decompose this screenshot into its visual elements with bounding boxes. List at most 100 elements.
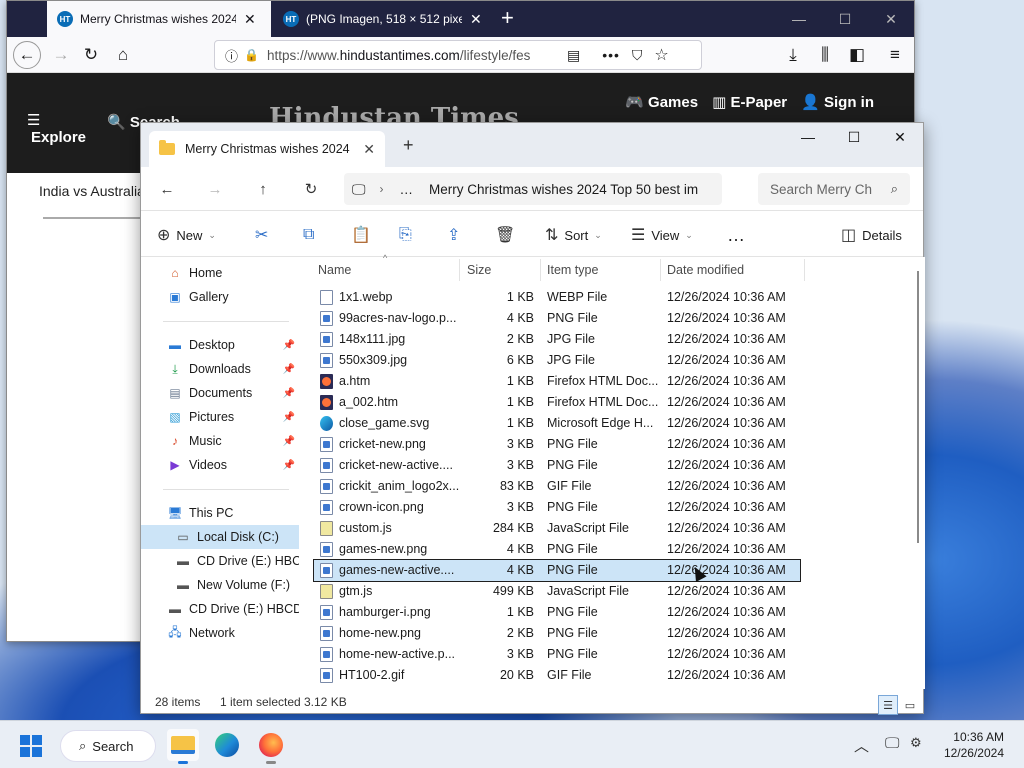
- close-tab-icon[interactable]: ✕: [363, 141, 375, 158]
- nav-item-gallery[interactable]: ▣ Gallery: [141, 285, 299, 309]
- file-row[interactable]: 550x309.jpg 6 KB JPG File 12/26/2024 10:36 …: [314, 350, 800, 371]
- nav-item-local-disk[interactable]: ▭ Local Disk (C:): [141, 525, 299, 549]
- file-row[interactable]: custom.js 284 KB JavaScript File 12/26/2024…: [314, 518, 800, 539]
- close-tab-icon[interactable]: ✕: [244, 11, 256, 28]
- nav-item-cd-drive[interactable]: ▬ CD Drive (E:) HBCD: [141, 549, 299, 573]
- column-name[interactable]: Name: [318, 263, 351, 277]
- nav-item-downloads[interactable]: ⤓ Downloads 📌: [141, 357, 299, 381]
- nav-item-network[interactable]: 🖧 Network: [141, 621, 299, 645]
- reload-button[interactable]: ↻: [77, 41, 105, 69]
- vertical-scrollbar[interactable]: [917, 271, 919, 543]
- browser-tab-christmas[interactable]: HT Merry Christmas wishes 2024: M ✕: [47, 1, 271, 37]
- taskbar-firefox[interactable]: [255, 729, 287, 764]
- tiles-view-button[interactable]: ▭: [900, 695, 920, 715]
- browser-tab-png[interactable]: HT (PNG Imagen, 518 × 512 pixeles) ✕: [273, 1, 497, 37]
- library-icon[interactable]: ⫼: [811, 41, 839, 69]
- url-bar[interactable]: ⓘ 🔒 https://www.hindustantimes.com/lifes…: [214, 40, 702, 70]
- paste-button[interactable]: 📋: [351, 223, 377, 247]
- nav-item-pictures[interactable]: ▧ Pictures 📌: [141, 405, 299, 429]
- nav-item-new-volume[interactable]: ▬ New Volume (F:): [141, 573, 299, 597]
- sidebar-icon[interactable]: ◧: [843, 41, 871, 69]
- address-bar[interactable]: 🖵 › … Merry Christmas wishes 2024 Top 50…: [344, 173, 722, 205]
- share-button[interactable]: ⇪: [447, 223, 466, 247]
- epaper-link[interactable]: ▥ E-Paper: [712, 93, 787, 111]
- file-row[interactable]: a_002.htm 1 KB Firefox HTML Doc... 12/26/20…: [314, 392, 800, 413]
- refresh-button[interactable]: ↻: [299, 177, 323, 201]
- maximize-button[interactable]: ☐: [831, 123, 877, 151]
- taskbar-file-explorer[interactable]: [167, 729, 199, 764]
- file-row[interactable]: HT100-2.gif 20 KB GIF File 12/26/2024 10:36…: [314, 665, 800, 686]
- signin-link[interactable]: 👤 Sign in: [801, 93, 874, 111]
- maximize-button[interactable]: ☐: [822, 1, 868, 37]
- details-view-button[interactable]: ☰: [878, 695, 898, 715]
- file-row[interactable]: games-new-active.... 4 KB PNG File 12/26/20…: [313, 559, 801, 582]
- nav-item-this-pc[interactable]: 🖥 This PC: [141, 501, 299, 525]
- new-tab-button[interactable]: +: [403, 135, 414, 156]
- see-more-button[interactable]: …: [727, 223, 745, 247]
- page-actions-icon[interactable]: •••: [602, 47, 620, 63]
- view-button[interactable]: ☰ View ⌄: [631, 223, 693, 247]
- details-button[interactable]: ◫ Details: [841, 223, 902, 247]
- taskbar-edge[interactable]: [211, 729, 243, 761]
- subnav-link[interactable]: India vs Australia: [39, 183, 145, 199]
- back-button[interactable]: ←: [155, 177, 179, 201]
- copy-button[interactable]: ⧉: [303, 223, 320, 247]
- file-row[interactable]: 99acres-nav-logo.p... 4 KB PNG File 12/26/2…: [314, 308, 800, 329]
- close-button[interactable]: ✕: [868, 1, 914, 37]
- nav-item-videos[interactable]: ▶ Videos 📌: [141, 453, 299, 477]
- close-button[interactable]: ✕: [877, 123, 923, 151]
- search-input[interactable]: Search Merry Ch ⌕: [758, 173, 910, 205]
- new-button[interactable]: ⊕ New ⌄: [157, 223, 216, 247]
- column-type[interactable]: Item type: [547, 263, 598, 277]
- file-row[interactable]: 1x1.webp 1 KB WEBP File 12/26/2024 10:36 AM: [314, 287, 800, 308]
- nav-item-cd-drive-root[interactable]: ▬CD Drive (E:) HBCD_F: [141, 597, 299, 621]
- bookmark-star-icon[interactable]: ☆: [654, 45, 668, 65]
- file-row[interactable]: a.htm 1 KB Firefox HTML Doc... 12/26/2024 1…: [314, 371, 800, 392]
- nav-item-desktop[interactable]: ▬ Desktop 📌: [141, 333, 299, 357]
- file-row[interactable]: cricket-new.png 3 KB PNG File 12/26/2024 10…: [314, 434, 800, 455]
- info-icon[interactable]: ⓘ: [225, 46, 238, 65]
- back-button[interactable]: ←: [13, 41, 41, 69]
- clock[interactable]: 10:36 AM 12/26/2024: [944, 729, 1004, 761]
- column-date[interactable]: Date modified: [667, 263, 744, 277]
- file-row[interactable]: cricket-new-active.... 3 KB PNG File 12/26/…: [314, 455, 800, 476]
- downloads-icon[interactable]: ⤓: [779, 41, 807, 69]
- breadcrumb-overflow[interactable]: …: [400, 182, 414, 197]
- explore-link[interactable]: Explore: [31, 129, 86, 146]
- nav-item-music[interactable]: ♪ Music 📌: [141, 429, 299, 453]
- lock-icon[interactable]: 🔒: [244, 48, 259, 62]
- file-row[interactable]: hamburger-i.png 1 KB PNG File 12/26/2024 10…: [314, 602, 800, 623]
- breadcrumb[interactable]: Merry Christmas wishes 2024 Top 50 best …: [429, 182, 703, 197]
- close-tab-icon[interactable]: ✕: [470, 11, 482, 28]
- reader-view-icon[interactable]: ▤: [567, 47, 580, 64]
- hamburger-icon[interactable]: ☰: [27, 111, 40, 129]
- forward-button[interactable]: →: [47, 41, 75, 69]
- sort-button[interactable]: ⇅ Sort ⌄: [545, 223, 602, 247]
- cut-button[interactable]: ✂: [255, 223, 274, 247]
- delete-button[interactable]: 🗑: [495, 223, 521, 247]
- menu-icon[interactable]: ≡: [881, 41, 909, 69]
- file-row[interactable]: close_game.svg 1 KB Microsoft Edge H... 12/…: [314, 413, 800, 434]
- games-link[interactable]: 🎮 Games: [625, 93, 698, 111]
- file-row[interactable]: crickit_anim_logo2x... 83 KB GIF File 12/26…: [314, 476, 800, 497]
- forward-button[interactable]: →: [203, 177, 227, 201]
- show-hidden-icons-chevron-up-icon[interactable]: ︿: [854, 735, 869, 756]
- file-row[interactable]: home-new.png 2 KB PNG File 12/26/2024 10:36…: [314, 623, 800, 644]
- nav-item-home[interactable]: ⌂ Home: [141, 261, 299, 285]
- home-button[interactable]: ⌂: [109, 41, 137, 69]
- taskbar-search[interactable]: ⌕ Search: [60, 730, 156, 762]
- new-tab-button[interactable]: +: [501, 5, 514, 31]
- file-row[interactable]: home-new-active.p... 3 KB PNG File 12/26/20…: [314, 644, 800, 665]
- minimize-button[interactable]: —: [776, 1, 822, 37]
- file-row[interactable]: gtm.js 499 KB JavaScript File 12/26/2024 10…: [314, 581, 800, 602]
- file-row[interactable]: crown-icon.png 3 KB PNG File 12/26/2024 10:…: [314, 497, 800, 518]
- column-size[interactable]: Size: [467, 263, 491, 277]
- up-button[interactable]: ↑: [251, 177, 275, 201]
- file-row[interactable]: games-new.png 4 KB PNG File 12/26/2024 10:3…: [314, 539, 800, 560]
- minimize-button[interactable]: —: [785, 123, 831, 151]
- start-button[interactable]: [20, 735, 42, 757]
- rename-button[interactable]: ⎘: [399, 223, 418, 247]
- nav-item-documents[interactable]: ▤ Documents 📌: [141, 381, 299, 405]
- pocket-icon[interactable]: ⛉: [632, 47, 643, 64]
- explorer-tab[interactable]: Merry Christmas wishes 2024 ✕: [149, 131, 385, 167]
